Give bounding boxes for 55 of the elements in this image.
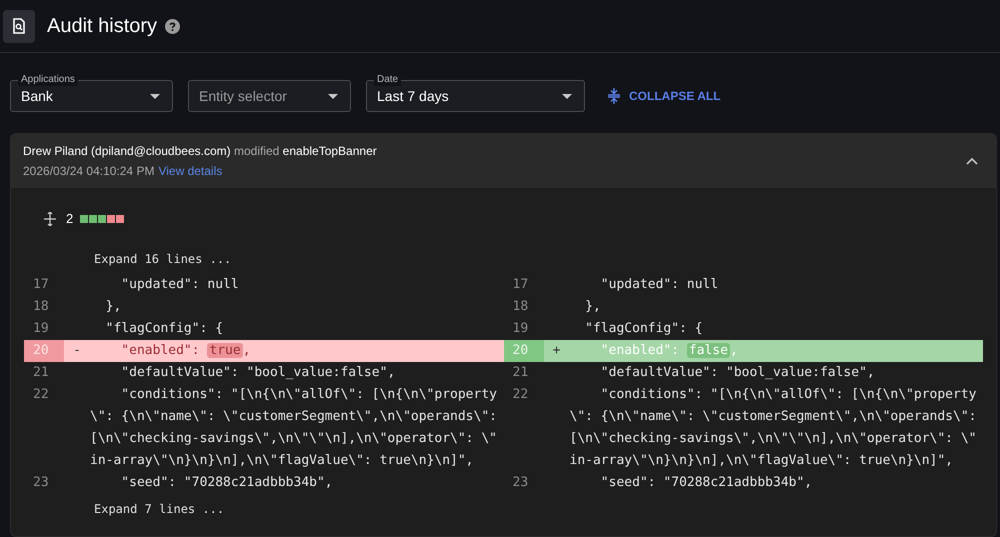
page-title: Audit history — [47, 14, 158, 39]
line-number: 22 — [512, 386, 530, 404]
caret-icon — [562, 94, 572, 98]
field-label: Applications — [18, 73, 78, 86]
code-line: [\n\"checking-savings\",\n\"\"\n],\n\"operator\": \" — [90, 430, 497, 448]
caret-icon — [150, 94, 160, 98]
code-line: }, — [584, 298, 601, 316]
select-field[interactable]: Entity selector — [188, 80, 351, 112]
code-line: in-array\"\n}\n}\n],\n\"flagValue\": true\n}\n]", — [90, 452, 475, 470]
collapse-all-button[interactable]: COLLAPSE ALL — [604, 80, 725, 112]
audit-summary: Drew Piland (dpiland@cloudbees.com) modified enableTopBanner — [23, 143, 377, 160]
line-number: 21 — [512, 364, 530, 382]
expand-lines-link[interactable]: Expand 16 lines ... — [94, 248, 232, 270]
code-line: "updated": null — [120, 276, 239, 294]
code-line: [\n\"checking-savings\",\n\"\"\n],\n\"operator\": \" — [570, 430, 976, 448]
line-number: 17 — [512, 276, 530, 294]
move-icon — [44, 212, 56, 226]
help-icon[interactable] — [165, 18, 180, 34]
code-line: "defaultValue": "bool_value:false", — [120, 364, 396, 382]
line-number: 17 — [32, 276, 50, 294]
line-number: 22 — [32, 386, 50, 404]
collapse-icon — [608, 88, 620, 104]
code-line: "flagConfig": { — [584, 320, 703, 338]
code-line: \": {\n\"name\": \"customerSegment\",\n\"operands\": — [570, 408, 976, 426]
line-number: 20 — [504, 340, 544, 362]
field-label: Date — [374, 73, 402, 86]
code-line: "conditions": "[\n{\n\"allOf\": [\n{\n\"property — [600, 386, 976, 404]
code-line: "flagConfig": { — [104, 320, 224, 338]
diff-marker: + — [552, 342, 560, 360]
chevron-up-icon[interactable] — [966, 157, 978, 165]
line-number: 23 — [512, 474, 530, 492]
line-number: 23 — [32, 474, 50, 492]
code-line: "enabled": true, — [120, 342, 251, 360]
line-number: 18 — [512, 298, 530, 316]
line-number: 21 — [32, 364, 50, 382]
diff-marker: - — [73, 342, 81, 360]
code-line: \": {\n\"name\": \"customerSegment\",\n\"operands\": — [90, 408, 497, 426]
code-line: "updated": null — [600, 276, 718, 294]
caret-icon — [328, 94, 338, 98]
code-line: }, — [104, 298, 122, 316]
expand-lines-link[interactable]: Expand 7 lines ... — [94, 498, 224, 520]
timestamp: 2026/03/24 04:10:24 PM — [23, 163, 154, 180]
line-number: 19 — [512, 320, 530, 338]
view-details-link[interactable]: View details — [158, 162, 222, 180]
change-count: 2 — [66, 210, 74, 228]
code-line: in-array\"\n}\n}\n],\n\"flagValue\": true\n}\n]", — [570, 452, 954, 470]
code-line: "enabled": false, — [600, 342, 738, 360]
line-number: 18 — [32, 298, 50, 316]
document-search-icon — [3, 10, 35, 42]
line-number: 19 — [32, 320, 50, 338]
line-number: 20 — [24, 340, 64, 362]
code-line: "seed": "70288c21adbbb34b", — [600, 474, 812, 492]
code-line: "defaultValue": "bool_value:false", — [600, 364, 875, 382]
code-line: "seed": "70288c21adbbb34b", — [120, 474, 333, 492]
code-line: "conditions": "[\n{\n\"allOf\": [\n{\n\"property — [120, 386, 497, 404]
